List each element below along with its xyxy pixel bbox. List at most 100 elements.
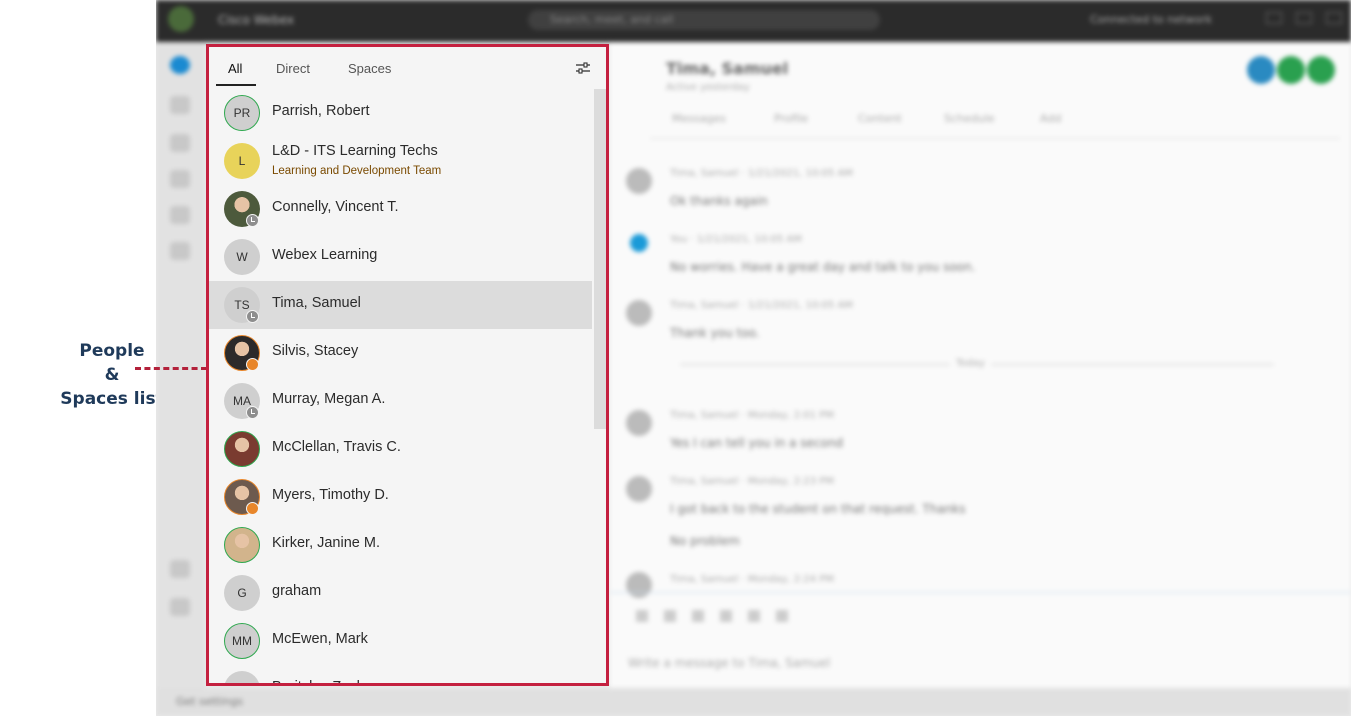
search-input[interactable]: Search, meet, and call [528,10,880,30]
avatar-photo [224,527,260,563]
composer-border [610,592,1351,593]
connection-status: Connected to network [1090,13,1212,26]
left-navigation-rail [156,42,206,716]
apps-icon[interactable] [170,560,190,578]
title-bar: Cisco Webex Search, meet, and call Conne… [156,0,1351,42]
list-item-name: Parrish, Robert [272,103,370,119]
calls-icon[interactable] [170,170,190,188]
list-item[interactable]: Myers, Timothy D. [209,473,592,521]
tab-profile[interactable]: Profile [774,112,808,125]
teams-icon[interactable] [170,96,190,114]
list-item[interactable]: Kirker, Janine M. [209,521,592,569]
message-avatar [626,168,652,194]
avatar-photo [224,431,260,467]
list-item-name: graham [272,583,322,599]
video-call-button[interactable] [1277,56,1305,84]
list-item[interactable]: Ggraham [209,569,592,617]
tab-spaces[interactable]: Spaces [348,61,391,76]
conversation-title: Tima, Samuel [666,59,789,78]
user-avatar[interactable] [168,6,194,32]
annotation-label-spaces-list: Spaces list [60,389,164,409]
list-item-name: Tima, Samuel [272,295,361,311]
list-item[interactable]: Connelly, Vincent T. [209,185,592,233]
message-avatar [626,410,652,436]
active-tab-indicator [216,84,256,86]
date-divider-label: Today [950,358,991,369]
tab-schedule[interactable]: Schedule [944,112,995,125]
list-item-name: McClellan, Travis C. [272,439,401,455]
avatar: G [224,575,260,611]
message-text: No worries. Have a great day and talk to… [670,260,976,274]
minimize-button[interactable] [1266,12,1282,24]
message-meta: Tima, Samuel · Monday, 2:01 PM [670,410,834,421]
annotation-pointer [135,367,207,370]
list-item-name: Kirker, Janine M. [272,535,380,551]
list-item[interactable]: MA Murray, Megan A. [209,377,592,425]
message-meta: You · 1/21/2021, 10:05 AM [670,234,802,245]
list-item-name: Breitzke, Zach [272,679,365,683]
list-scrollbar[interactable] [594,89,606,429]
message-text: Yes I can tell you in a second [670,436,844,450]
bottom-label[interactable]: Get settings [176,695,243,708]
list-item[interactable]: Silvis, Stacey [209,329,592,377]
away-clock-icon [246,406,259,419]
people-spaces-panel: All Direct Spaces PR Parrish, Robert L L&D … [206,44,609,686]
close-button[interactable] [1326,12,1342,24]
composer-toolbar[interactable] [636,610,796,622]
list-item-name: Webex Learning [272,247,378,263]
tab-messages[interactable]: Messages [672,112,726,125]
message-avatar [626,572,652,598]
tab-add[interactable]: Add [1040,112,1061,125]
list-item-name: Silvis, Stacey [272,343,359,359]
list-item[interactable]: W Webex Learning [209,233,592,281]
list-item-name: Murray, Megan A. [272,391,386,407]
tab-content[interactable]: Content [858,112,902,125]
list-item-name: Connelly, Vincent T. [272,199,399,215]
list-item[interactable]: MM McEwen, Mark [209,617,592,665]
filter-sliders-icon[interactable] [575,62,591,74]
message-avatar [626,476,652,502]
bottom-bar: Get settings [156,688,1351,716]
list-item[interactable]: PR Parrish, Robert [209,89,592,137]
avatar: L [224,143,260,179]
tab-divider [650,138,1340,139]
list-item[interactable]: L L&D - ITS Learning Techs Learning and De… [209,137,592,185]
avatar: ZT [224,671,260,683]
message-meta: Tima, Samuel · Monday, 2:23 PM [670,476,834,487]
list-item[interactable]: ZT Breitzke, Zach [209,665,592,683]
maximize-button[interactable] [1296,12,1312,24]
tab-direct[interactable]: Direct [276,61,310,76]
contacts-icon[interactable] [170,134,190,152]
calendar-icon[interactable] [170,242,190,260]
tab-all[interactable]: All [228,61,242,76]
avatar: PR [224,95,260,131]
list-item-name: McEwen, Mark [272,631,368,647]
meeting-button[interactable] [1307,56,1335,84]
filter-tabs: All Direct Spaces [209,47,606,89]
people-spaces-list: PR Parrish, Robert L L&D - ITS Learning Tec… [209,89,592,683]
meetings-icon[interactable] [170,206,190,224]
presence-status-icon [246,502,259,515]
away-clock-icon [246,214,259,227]
list-item-name: Myers, Timothy D. [272,487,389,503]
list-item[interactable]: TS Tima, Samuel [209,281,592,329]
message-meta: Tima, Samuel · 1/21/2021, 10:05 AM [670,168,853,179]
list-item-name: L&D - ITS Learning Techs [272,143,438,159]
help-icon[interactable] [170,598,190,616]
message-text: Ok thanks again [670,194,768,208]
message-text: I got back to the student on that reques… [670,502,966,516]
avatar: W [224,239,260,275]
message-meta: Tima, Samuel · 1/21/2021, 10:05 AM [670,300,853,311]
presence-status-icon [246,358,259,371]
window-label: Cisco Webex [218,13,295,27]
message-text: No problem [670,534,740,548]
away-clock-icon [246,310,259,323]
messaging-icon[interactable] [170,56,190,74]
call-button[interactable] [1247,56,1275,84]
list-item[interactable]: McClellan, Travis C. [209,425,592,473]
message-meta: Tima, Samuel · Monday, 2:24 PM [670,574,834,585]
message-input[interactable]: Write a message to Tima, Samuel [628,656,830,670]
annotation-area: People & Spaces list [0,0,164,716]
message-avatar [626,300,652,326]
conversation-subtitle: Active yesterday [666,82,750,93]
